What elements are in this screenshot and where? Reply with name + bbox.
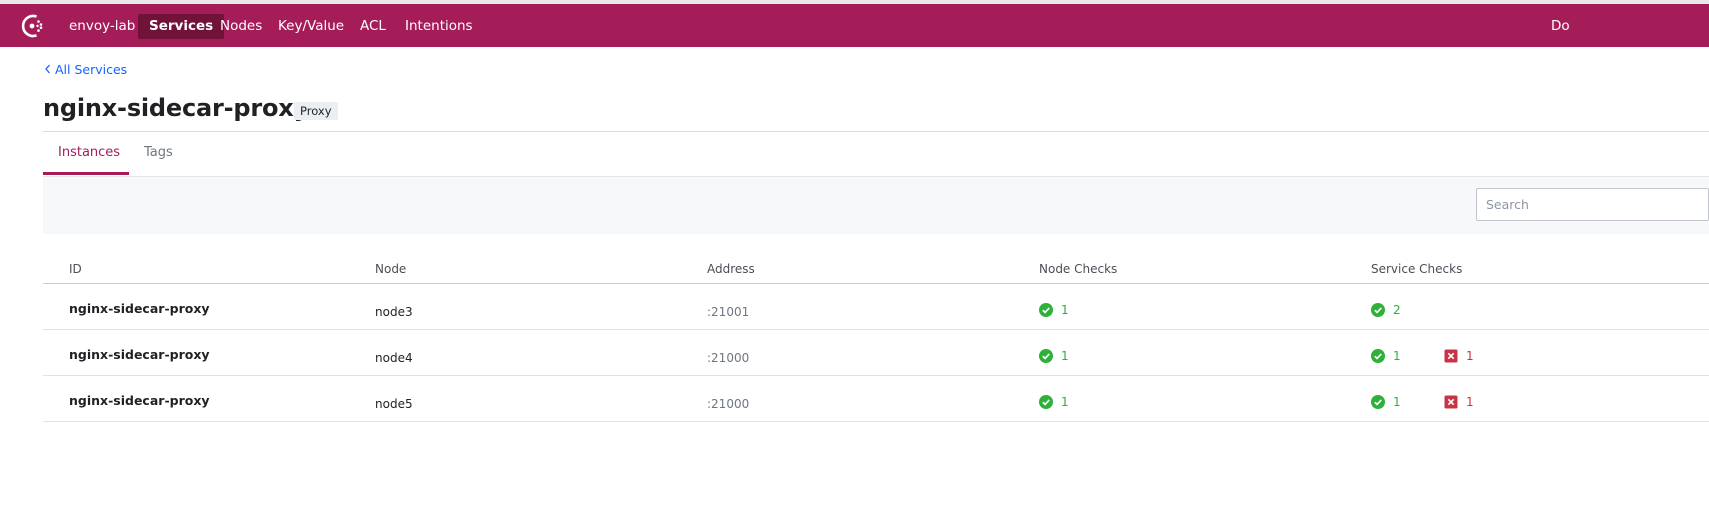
column-header-service-checks[interactable]: Service Checks [1371, 262, 1462, 276]
table-row[interactable]: nginx-sidecar-proxy node5 :21000 1 1 1 [43, 376, 1709, 422]
column-header-node-checks[interactable]: Node Checks [1039, 262, 1117, 276]
instance-id[interactable]: nginx-sidecar-proxy [69, 347, 210, 362]
nav-acl[interactable]: ACL [349, 14, 397, 39]
service-checks-passing: 2 [1371, 303, 1401, 317]
nav-nodes[interactable]: Nodes [209, 14, 273, 39]
column-header-node[interactable]: Node [375, 262, 406, 276]
service-checks-critical: 1 [1444, 349, 1474, 363]
column-header-address[interactable]: Address [707, 262, 755, 276]
x-square-icon [1444, 349, 1458, 363]
instance-id[interactable]: nginx-sidecar-proxy [69, 393, 210, 408]
consul-logo-icon[interactable] [20, 13, 46, 39]
check-circle-icon [1371, 349, 1385, 363]
table-row[interactable]: nginx-sidecar-proxy node3 :21001 1 2 [43, 284, 1709, 330]
instance-node: node5 [375, 397, 413, 411]
service-checks-passing-count: 2 [1393, 303, 1401, 317]
check-circle-icon [1039, 349, 1053, 363]
instance-address: :21000 [707, 351, 750, 365]
service-checks-critical-count: 1 [1466, 395, 1474, 409]
node-checks-passing-count: 1 [1061, 395, 1069, 409]
check-circle-icon [1039, 395, 1053, 409]
breadcrumb-label: All Services [55, 61, 128, 77]
nav-key-value[interactable]: Key/Value [267, 14, 355, 39]
service-checks-passing-count: 1 [1393, 395, 1401, 409]
node-checks-passing: 1 [1039, 349, 1069, 363]
service-checks-critical-count: 1 [1466, 349, 1474, 363]
page-title: nginx-sidecar-proxy [43, 94, 310, 122]
service-checks-passing: 1 [1371, 395, 1401, 409]
node-checks-passing: 1 [1039, 395, 1069, 409]
check-circle-icon [1371, 303, 1385, 317]
filter-bar [43, 176, 1709, 234]
column-header-id[interactable]: ID [69, 262, 82, 276]
chevron-left-icon [45, 64, 50, 74]
tab-instances[interactable]: Instances [43, 132, 129, 175]
instance-address: :21000 [707, 397, 750, 411]
datacenter-selector[interactable]: envoy-lab [58, 14, 146, 39]
check-circle-icon [1039, 303, 1053, 317]
nav-documentation-link[interactable]: Do [1540, 14, 1570, 39]
instance-node: node3 [375, 305, 413, 319]
table-row[interactable]: nginx-sidecar-proxy node4 :21000 1 1 1 [43, 330, 1709, 376]
service-checks-critical: 1 [1444, 395, 1474, 409]
nav-intentions[interactable]: Intentions [394, 14, 484, 39]
proxy-badge: Proxy [294, 102, 338, 120]
instance-id[interactable]: nginx-sidecar-proxy [69, 301, 210, 316]
tab-tags[interactable]: Tags [129, 132, 188, 175]
check-circle-icon [1371, 395, 1385, 409]
service-checks-passing: 1 [1371, 349, 1401, 363]
x-square-icon [1444, 395, 1458, 409]
instance-address: :21001 [707, 305, 750, 319]
service-checks-passing-count: 1 [1393, 349, 1401, 363]
top-navigation: envoy-lab Services Nodes Key/Value ACL I… [0, 4, 1709, 47]
instance-node: node4 [375, 351, 413, 365]
title-divider [43, 131, 1709, 132]
breadcrumb-all-services[interactable]: All Services [43, 61, 127, 77]
node-checks-passing-count: 1 [1061, 349, 1069, 363]
node-checks-passing: 1 [1039, 303, 1069, 317]
search-input[interactable] [1476, 188, 1709, 221]
node-checks-passing-count: 1 [1061, 303, 1069, 317]
